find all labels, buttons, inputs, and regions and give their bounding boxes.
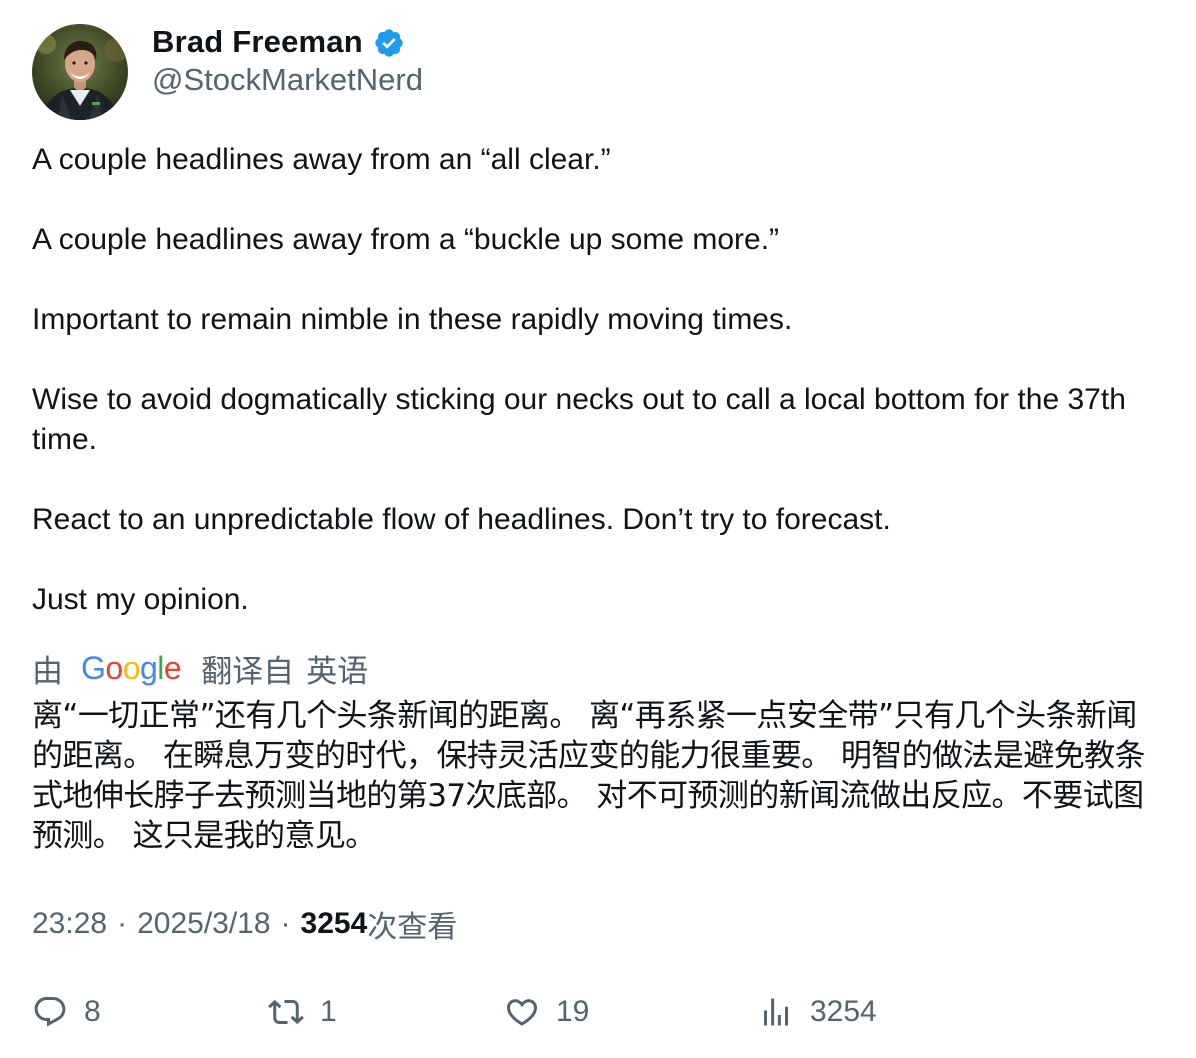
- tweet-date[interactable]: 2025/3/18: [137, 907, 270, 941]
- reply-button[interactable]: 8: [32, 986, 101, 1038]
- display-name[interactable]: Brad Freeman: [152, 24, 363, 60]
- translated-text: 离“一切正常”还有几个头条新闻的距离。 离“再系紧一点安全带”只有几个头条新闻的…: [32, 698, 1146, 854]
- tweet: Brad Freeman @StockMarketNerd A couple h…: [0, 0, 1196, 1058]
- reply-count: 8: [84, 995, 101, 1028]
- translation-attribution: 由 Google 翻译自 英语: [32, 646, 368, 690]
- avatar[interactable]: [32, 24, 128, 120]
- views-label: 次查看: [367, 910, 458, 945]
- tweet-paragraph: Wise to avoid dogmatically sticking our …: [32, 383, 1126, 456]
- tweet-paragraph: A couple headlines away from an “all cle…: [32, 143, 611, 176]
- action-bar: 8 1 19 3254: [0, 986, 1196, 1038]
- like-button[interactable]: 19: [504, 986, 589, 1038]
- translated-by-label: 由: [32, 653, 63, 689]
- tweet-paragraph: A couple headlines away from a “buckle u…: [32, 223, 780, 256]
- retweet-count: 1: [320, 995, 337, 1028]
- author-name-row[interactable]: Brad Freeman: [152, 22, 405, 62]
- source-language-link[interactable]: 英语: [306, 646, 368, 691]
- google-logo[interactable]: Google: [81, 650, 182, 687]
- tweet-time[interactable]: 23:28: [32, 907, 107, 941]
- tweet-meta: 23:28 · 2025/3/18 · 3254 次查看: [32, 902, 457, 946]
- meta-separator: ·: [280, 907, 291, 940]
- heart-icon: [506, 999, 538, 1026]
- analytics-icon: [764, 998, 788, 1026]
- retweet-icon: [268, 999, 304, 1025]
- tweet-paragraph: Just my opinion.: [32, 583, 249, 616]
- meta-separator: ·: [117, 907, 128, 940]
- author-handle[interactable]: @StockMarketNerd: [152, 62, 423, 98]
- reply-icon: [34, 997, 66, 1027]
- retweet-button[interactable]: 1: [268, 986, 337, 1038]
- views-count: 3254: [300, 907, 368, 940]
- tweet-text: A couple headlines away from an “all cle…: [32, 140, 1152, 620]
- views-action-count: 3254: [810, 995, 877, 1028]
- tweet-paragraph: Important to remain nimble in these rapi…: [32, 303, 793, 336]
- verified-badge-icon: [375, 29, 403, 57]
- views-button[interactable]: 3254: [758, 986, 877, 1038]
- avatar-image: [32, 24, 128, 120]
- translated-from-label: 翻译自: [201, 653, 295, 689]
- tweet-paragraph: React to an unpredictable flow of headli…: [32, 503, 891, 536]
- like-count: 19: [556, 995, 590, 1028]
